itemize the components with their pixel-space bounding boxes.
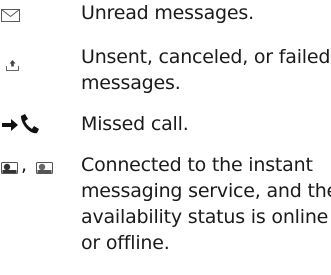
icon-legend: Unread messages. Unsent, canceled, or fa… [0,0,331,275]
legend-item-text: Missed call. [81,111,189,137]
im-online-icon [1,162,18,174]
legend-item-text: Unsent, canceled, or failed messages. [81,44,330,96]
icon-separator: , [21,154,28,176]
legend-line: Connected to the instant [81,154,313,176]
im-offline-icon [36,162,53,174]
legend-item-text: Connected to the instant messaging servi… [81,152,331,256]
legend-line: or offline. [81,232,170,254]
legend-line: availability status is online [81,206,329,228]
legend-line: messaging service, and the [81,180,331,202]
legend-line: Unsent, canceled, or failed [81,46,331,68]
envelope-icon [1,7,20,26]
legend-line: Missed call. [81,113,189,135]
legend-item-text: Unread messages. [81,0,254,26]
legend-line: messages. [81,72,181,94]
missed-call-icon [2,114,40,140]
legend-line: Unread messages. [81,2,254,24]
outbox-upload-icon [6,56,19,75]
